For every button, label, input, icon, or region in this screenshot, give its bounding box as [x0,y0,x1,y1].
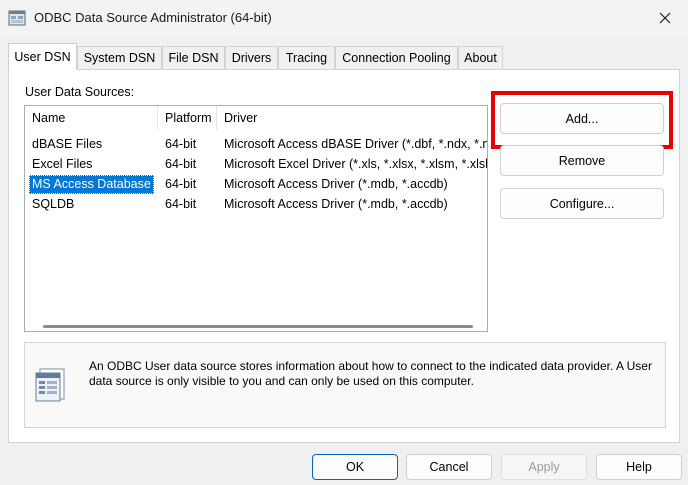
tab-connection-pooling[interactable]: Connection Pooling [335,46,458,69]
tab-label: About [464,51,497,65]
row-driver: Microsoft Excel Driver (*.xls, *.xlsx, *… [224,157,488,171]
row-platform: 64-bit [165,197,197,211]
list-row-selected[interactable]: MS Access Database 64-bit Microsoft Acce… [25,174,487,194]
tab-label: Drivers [231,51,272,65]
ok-button[interactable]: OK [312,454,398,480]
tab-system-dsn[interactable]: System DSN [77,46,162,69]
title-bar: ODBC Data Source Administrator (64-bit) [0,0,688,36]
row-name-cell: MS Access Database [25,174,158,194]
tab-label: User DSN [14,50,71,64]
tab-user-dsn[interactable]: User DSN [8,43,77,70]
tab-about[interactable]: About [458,46,503,69]
tab-label: Connection Pooling [342,51,451,65]
close-icon [659,12,671,24]
odbc-app-icon [8,10,26,26]
tab-label: System DSN [83,51,156,65]
apply-button[interactable]: Apply [501,454,587,480]
column-header-driver[interactable]: Driver [217,106,487,130]
row-name: dBASE Files [32,137,103,151]
row-driver: Microsoft Access Driver (*.mdb, *.accdb) [224,177,448,191]
tab-file-dsn[interactable]: File DSN [162,46,225,69]
info-box: An ODBC User data source stores informat… [24,342,666,428]
add-button[interactable]: Add... [500,103,664,134]
list-row[interactable]: SQLDB 64-bit Microsoft Access Driver (*.… [25,194,487,214]
tab-label: Tracing [285,51,328,65]
remove-button[interactable]: Remove [500,145,664,176]
row-platform: 64-bit [165,177,197,191]
tab-label: File DSN [168,51,219,65]
info-description: An ODBC User data source stores informat… [89,359,652,388]
tab-drivers[interactable]: Drivers [225,46,278,69]
row-platform: 64-bit [165,137,197,151]
row-platform: 64-bit [165,157,197,171]
window-title: ODBC Data Source Administrator (64-bit) [34,10,272,25]
list-row[interactable]: dBASE Files 64-bit Microsoft Access dBAS… [25,134,487,154]
user-data-sources-label: User Data Sources: [25,85,135,99]
row-name: SQLDB [32,197,75,211]
data-source-icon [35,368,65,402]
scrollbar-thumb[interactable] [43,325,473,328]
data-sources-list[interactable]: Name Platform Driver dBASE Files 64-bit … [24,105,488,332]
cancel-button[interactable]: Cancel [406,454,492,480]
help-button[interactable]: Help [596,454,682,480]
close-button[interactable] [642,0,688,36]
list-header: Name Platform Driver [25,106,487,130]
row-name: MS Access Database [29,175,154,194]
configure-button[interactable]: Configure... [500,188,664,219]
row-name: Excel Files [32,157,93,171]
tab-tracing[interactable]: Tracing [278,46,335,69]
row-driver: Microsoft Access dBASE Driver (*.dbf, *.… [224,137,488,151]
column-header-platform[interactable]: Platform [158,106,217,130]
list-row[interactable]: Excel Files 64-bit Microsoft Excel Drive… [25,154,487,174]
column-header-name[interactable]: Name [25,106,158,130]
horizontal-scrollbar[interactable] [25,314,487,331]
row-driver: Microsoft Access Driver (*.mdb, *.accdb) [224,197,448,211]
